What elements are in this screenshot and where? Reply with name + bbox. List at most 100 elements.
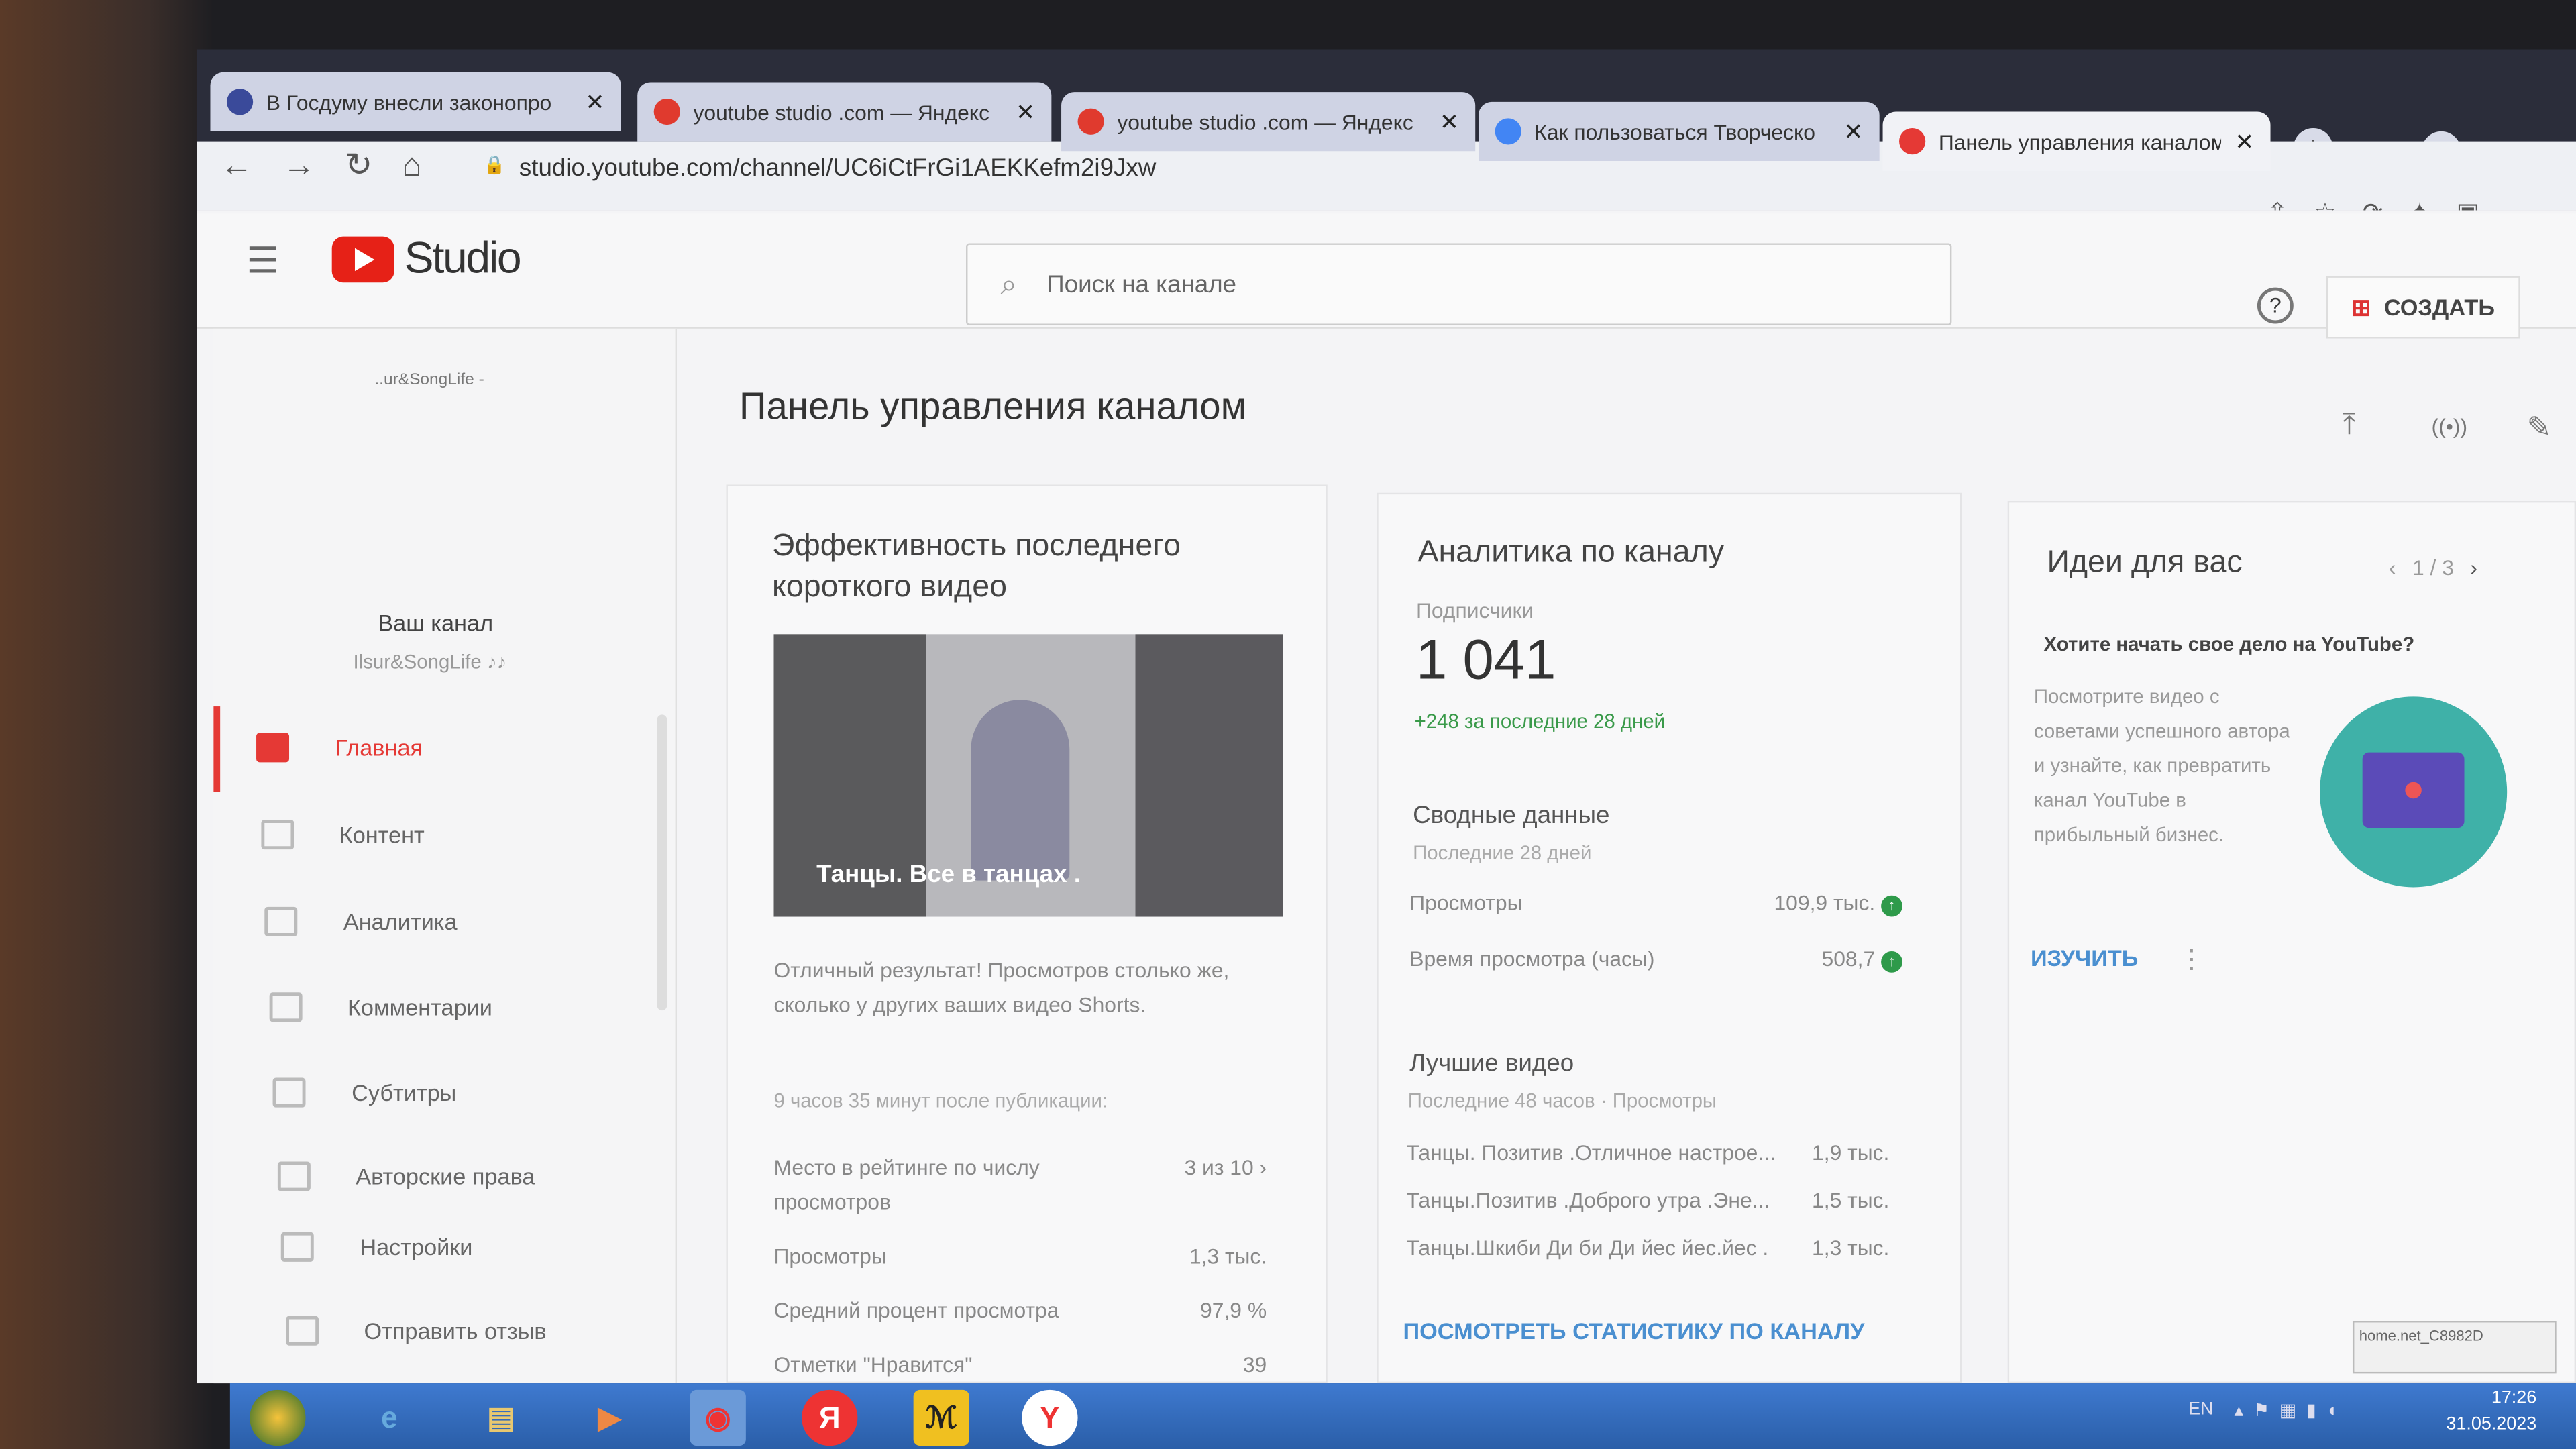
nav-icon (276, 1161, 310, 1191)
photo-frame: + ⌄ ←→↻⌂ 🔒 studio.youtube.com/channel/UC… (0, 0, 2576, 1449)
search-input[interactable]: ⌕ Поиск на канале (966, 243, 1952, 325)
network-tooltip: home.net_C8982D (2352, 1320, 2557, 1374)
nav-icon (264, 906, 298, 936)
close-tab-icon[interactable]: ✕ (1016, 98, 1035, 126)
ideas-pager: ‹ 1 / 3 › (2389, 555, 2477, 580)
url-field[interactable]: studio.youtube.com/channel/UC6iCtFrGi1AE… (519, 154, 1156, 182)
sidebar-item[interactable]: Аналитика (264, 906, 458, 936)
prev-icon[interactable]: ‹ (2389, 555, 2396, 580)
short-stat-row: Средний процент просмотра 97,9 % (773, 1293, 1267, 1327)
summary-title: Сводные данные (1413, 802, 1610, 830)
top-video-row[interactable]: Танцы.Позитив .Доброго утра .Эне... 1,5 т… (1406, 1188, 1889, 1213)
sidebar-item[interactable]: Комментарии (268, 992, 492, 1022)
top-video-title: Танцы.Позитив .Доброго утра .Эне... (1406, 1187, 1770, 1213)
top-video-row[interactable]: Танцы.Шкиби Ди би Ди йес йес.йес . 1,3 ты… (1406, 1236, 1889, 1260)
subscribers-count: 1 041 (1416, 629, 1556, 692)
idea-body: Посмотрите видео с советами успешного ав… (2033, 685, 2290, 847)
nav-icon (268, 992, 302, 1022)
start-button[interactable] (250, 1389, 306, 1446)
your-channel-label[interactable]: Ваш канал (378, 610, 493, 636)
language-indicator[interactable]: EN (2188, 1400, 2213, 1419)
tab-title: В Госдуму внесли законопро (266, 89, 552, 115)
create-label: СОЗДАТЬ (2383, 294, 2495, 321)
trend-up-icon: ↑ (1881, 951, 1902, 973)
top-videos-title: Лучшие видео (1409, 1049, 1574, 1078)
learn-button[interactable]: ИЗУЧИТЬ (2031, 945, 2138, 971)
sidebar-item[interactable]: Субтитры (272, 1077, 457, 1108)
sidebar-item-label: Субтитры (352, 1079, 457, 1106)
sidebar-item[interactable]: Главная (256, 733, 423, 763)
clock[interactable]: 17:26 31.05.2023 (2438, 1385, 2536, 1438)
nav-buttons[interactable]: ←→↻⌂ (220, 145, 451, 186)
short-stat-row[interactable]: Место в рейтинге по числу просмотров 3 из… (773, 1150, 1267, 1219)
lock-icon: 🔒 (483, 156, 506, 176)
top-video-views: 1,9 тыс. (1812, 1140, 1890, 1165)
subscribers-delta: +248 за последние 28 дней (1414, 709, 1666, 733)
sidebar-item[interactable]: Контент (260, 820, 425, 850)
sidebar-item-label: Аналитика (343, 908, 458, 935)
sidebar (213, 328, 677, 1384)
sidebar-scrollbar[interactable] (657, 714, 667, 1011)
nav-icon (256, 733, 290, 763)
sidebar-item-label: Авторские права (356, 1163, 535, 1190)
browser-tab[interactable]: Как пользоваться Творческо ✕ (1479, 101, 1880, 162)
trend-up-icon: ↑ (1881, 895, 1902, 917)
sidebar-item-label: Отправить отзыв (364, 1318, 547, 1344)
card-title: Аналитика по каналу (1417, 535, 1724, 570)
summary-period: Последние 28 дней (1413, 841, 1592, 865)
explorer-icon[interactable]: ▤ (473, 1390, 529, 1446)
close-tab-icon[interactable]: ✕ (2235, 127, 2254, 156)
next-icon[interactable]: › (2470, 555, 2477, 580)
yandex-icon (653, 98, 680, 125)
channel-handle: Ilsur&SongLife ♪♪ (353, 650, 507, 674)
create-icon: ⊞ (2351, 293, 2371, 320)
sidebar-item-label: Комментарии (347, 994, 492, 1020)
nav-icon (272, 1077, 306, 1108)
close-tab-icon[interactable]: ✕ (1440, 107, 1459, 136)
browser-tab[interactable]: В Госдуму внесли законопро ✕ (210, 72, 621, 131)
sidebar-item[interactable]: Авторские права (276, 1161, 535, 1191)
upload-icon[interactable]: ⤒ (2343, 407, 2356, 441)
close-tab-icon[interactable]: ✕ (1843, 117, 1863, 146)
stat-label: Средний процент просмотра (773, 1297, 1059, 1323)
top-videos-period: Последние 48 часов · Просмотры (1407, 1089, 1717, 1112)
create-button[interactable]: ⊞ СОЗДАТЬ (2326, 276, 2520, 339)
result-text: Отличный результат! Просмотров столько ж… (773, 957, 1230, 1017)
chrome-icon[interactable]: ◉ (690, 1389, 746, 1446)
nav-icon (280, 1232, 314, 1262)
yandex-icon[interactable]: Я (802, 1389, 858, 1446)
browser-tab[interactable]: youtube studio .com — Яндекс ✕ (637, 82, 1052, 142)
card-title: Эффективность последнего короткого видео (772, 529, 1181, 605)
subscribers-label: Подписчики (1416, 598, 1534, 623)
sidebar-item[interactable]: Настройки (280, 1232, 472, 1262)
edit-icon[interactable]: ✎ (2527, 411, 2552, 445)
live-icon[interactable]: ((•)) (2432, 414, 2468, 439)
channel-banner-text: ..ur&SongLife - (374, 371, 484, 390)
top-video-row[interactable]: Танцы. Позитив .Отличное настрое... 1,9 т… (1406, 1140, 1889, 1165)
stat-value: 1,3 тыс. (1189, 1243, 1267, 1269)
top-video-views: 1,3 тыс. (1812, 1235, 1890, 1260)
thumbnail-figure (971, 700, 1070, 881)
tab-title: youtube studio .com — Яндекс (693, 99, 990, 124)
sidebar-item[interactable]: Отправить отзыв (284, 1316, 547, 1346)
ie-icon[interactable]: e (362, 1390, 417, 1446)
more-icon[interactable]: ⋮ (2178, 943, 2204, 976)
app-icon[interactable]: ℳ (913, 1389, 969, 1446)
summary-label: Просмотры (1409, 890, 1523, 916)
tray-icons[interactable]: ▴⚑▦▮◖ (2235, 1400, 2347, 1421)
help-icon[interactable]: ? (2257, 287, 2294, 324)
menu-icon[interactable]: ☰ (246, 240, 278, 283)
youtube-logo-icon[interactable] (331, 236, 394, 283)
stat-value: 97,9 % (1200, 1297, 1267, 1323)
browser-tab[interactable]: Панель управления каналом ✕ (1882, 111, 2271, 171)
short-stat-row: Просмотры 1,3 тыс. (773, 1239, 1267, 1273)
view-channel-stats-link[interactable]: ПОСМОТРЕТЬ СТАТИСТИКУ ПО КАНАЛУ (1403, 1318, 1864, 1344)
yandex-browser-icon[interactable]: Y (1022, 1389, 1078, 1446)
thumbnail-caption: Танцы. Все в танцах . (816, 861, 1081, 889)
idea-headline: Хотите начать свое дело на YouTube? (2043, 632, 2415, 656)
card-title: Идеи для вас (2047, 545, 2243, 580)
close-tab-icon[interactable]: ✕ (585, 88, 604, 116)
video-thumbnail[interactable]: Танцы. Все в танцах . (773, 634, 1283, 917)
media-icon[interactable]: ▶ (582, 1390, 637, 1446)
browser-tab[interactable]: youtube studio .com — Яндекс ✕ (1061, 92, 1476, 152)
